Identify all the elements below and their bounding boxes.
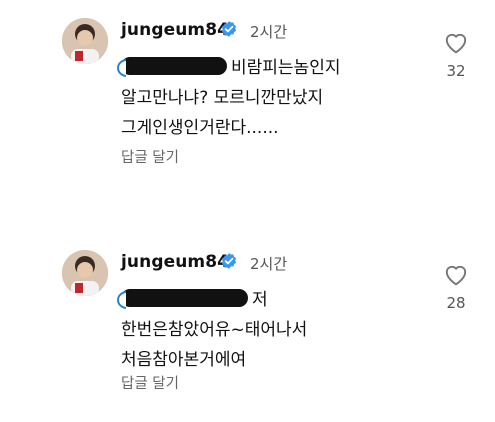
comment-item: jungeum84 2시간 저 한번은참았어유~태어나서 처음참아본거에여 답글… xyxy=(0,232,495,422)
like-count: 28 xyxy=(446,294,466,312)
username[interactable]: jungeum84 xyxy=(121,20,229,40)
reply-button[interactable]: 답글 달기 xyxy=(121,146,179,167)
heart-icon[interactable] xyxy=(443,30,469,54)
comment-time: 2시간 xyxy=(250,23,288,41)
heart-icon[interactable] xyxy=(443,262,469,286)
comment-time: 2시간 xyxy=(250,255,288,273)
avatar[interactable] xyxy=(62,18,108,64)
comment-line: 처음참아본거에여 xyxy=(121,350,247,370)
like-area: 28 xyxy=(440,262,472,312)
comment-text: 비람피는놈인지 알고만나냐? 모르니깐만났지 그게인생인거란다...... xyxy=(121,53,431,143)
verified-badge-icon xyxy=(221,21,237,37)
comment-line: 비람피는놈인지 xyxy=(231,58,341,78)
redacted-mention[interactable] xyxy=(121,57,227,75)
username[interactable]: jungeum84 xyxy=(121,252,229,272)
avatar[interactable] xyxy=(62,250,108,296)
redacted-mention[interactable] xyxy=(121,289,248,307)
reply-button[interactable]: 답글 달기 xyxy=(121,372,179,393)
comment-line: 저 xyxy=(252,290,268,310)
comment-item: jungeum84 2시간 비람피는놈인지 알고만나냐? 모르니깐만났지 그게인… xyxy=(0,0,495,190)
comment-line: 알고만나냐? 모르니깐만났지 xyxy=(121,88,324,108)
comment-line: 한번은참았어유~태어나서 xyxy=(121,320,308,340)
like-count: 32 xyxy=(446,62,466,80)
verified-badge-icon xyxy=(221,253,237,269)
like-area: 32 xyxy=(440,30,472,80)
comment-text: 저 한번은참았어유~태어나서 처음참아본거에여 xyxy=(121,285,431,375)
comment-line: 그게인생인거란다...... xyxy=(121,118,279,138)
